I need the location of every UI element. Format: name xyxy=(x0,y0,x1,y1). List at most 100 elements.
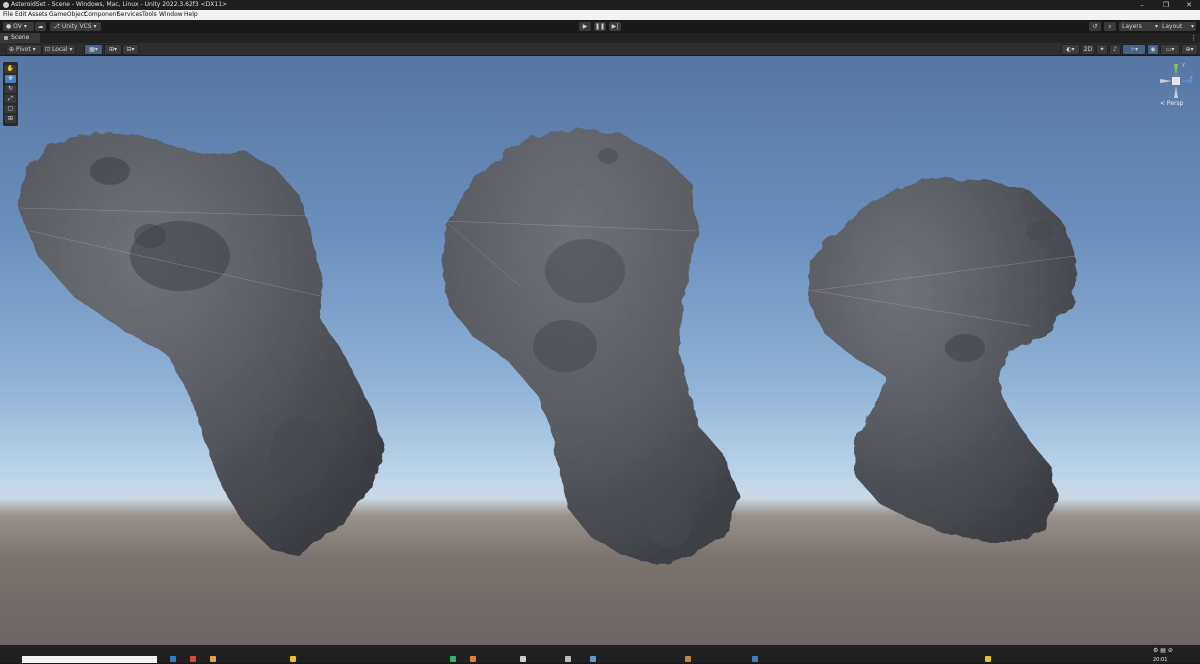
2d-toggle[interactable]: 2D xyxy=(1081,44,1095,55)
app-icon[interactable] xyxy=(470,656,476,662)
local-label: Local xyxy=(51,46,68,53)
crater xyxy=(598,148,618,164)
close-icon[interactable]: ✕ xyxy=(1178,0,1200,10)
pause-icon: ❚❚ xyxy=(594,23,606,30)
main-toolbar: ● OV ▾ ☁ ⎇ Unity VCS ▾ ▶ ❚❚ ▶| ↺ ⌕ Layer… xyxy=(0,20,1200,33)
local-dropdown[interactable]: ⊡ Local ▾ xyxy=(42,44,76,55)
app-icon[interactable] xyxy=(590,656,596,662)
minimize-icon[interactable]: – xyxy=(1131,0,1153,10)
pivot-dropdown[interactable]: ⊕ Pivot ▾ xyxy=(6,44,42,55)
menu-bar: File Edit Assets GameObject Component Se… xyxy=(0,10,1200,20)
2d-label: 2D xyxy=(1083,46,1093,53)
tab-scene[interactable]: Scene xyxy=(0,33,40,43)
chevron-down-icon: ▾ xyxy=(93,23,97,30)
version-control-dropdown[interactable]: ⎇ Unity VCS ▾ xyxy=(50,22,101,31)
app-icon[interactable] xyxy=(450,656,456,662)
search-icon: ⌕ xyxy=(1108,23,1112,30)
app-icon[interactable] xyxy=(190,656,196,662)
chevron-down-icon: ▾ xyxy=(1154,23,1158,30)
effects-dropdown[interactable]: ✧▾ xyxy=(1122,44,1146,55)
perspective-toggle[interactable]: < Persp xyxy=(1160,100,1183,107)
hidden-objects-toggle[interactable]: ◉ xyxy=(1147,44,1159,55)
app-icon[interactable] xyxy=(290,656,296,662)
search-button[interactable]: ⌕ xyxy=(1104,22,1116,31)
rect-tool[interactable]: ▢ xyxy=(5,105,16,113)
rect-icon: ▢ xyxy=(7,105,14,112)
grid-snapping-button[interactable]: ▦▾ xyxy=(84,44,103,55)
step-icon: ▶| xyxy=(611,23,619,30)
menu-file[interactable]: File xyxy=(3,10,13,20)
scale-tool[interactable]: ⤢ xyxy=(5,95,16,103)
unity-taskbar-icon[interactable] xyxy=(752,656,758,662)
gizmo-z-label: z xyxy=(1190,75,1193,81)
layers-label: Layers xyxy=(1122,23,1142,30)
menu-gameobject[interactable]: GameObject xyxy=(49,10,86,20)
crater xyxy=(648,504,692,548)
increment-snap-button[interactable]: ⊞▾ xyxy=(104,44,122,55)
gizmo-y-label: y xyxy=(1182,62,1185,68)
layout-dropdown[interactable]: Layout ▾ xyxy=(1159,22,1196,31)
menu-edit[interactable]: Edit xyxy=(15,10,27,20)
hand-icon: ✋ xyxy=(6,65,15,72)
menu-tools[interactable]: Tools xyxy=(142,10,157,20)
panel-tab-row: Scene ⋮ xyxy=(0,33,1200,43)
step-button[interactable]: ▶| xyxy=(609,22,621,31)
hand-tool[interactable]: ✋ xyxy=(5,65,16,73)
app-icon[interactable] xyxy=(565,656,571,662)
local-icon: ⊡ xyxy=(45,46,51,53)
grid-icon: ▦▾ xyxy=(89,46,98,53)
app-icon[interactable] xyxy=(685,656,691,662)
gizmo-icon: ⊕▾ xyxy=(1185,46,1194,53)
camera-dropdown[interactable]: ▭▾ xyxy=(1160,44,1180,55)
align-button[interactable]: ⊟▾ xyxy=(122,44,139,55)
account-label: OV xyxy=(13,23,22,30)
menu-assets[interactable]: Assets xyxy=(28,10,48,20)
rotate-tool[interactable]: ↻ xyxy=(5,85,16,93)
play-button[interactable]: ▶ xyxy=(579,22,591,31)
app-icon[interactable] xyxy=(985,656,991,662)
speaker-icon: ♪ xyxy=(1113,46,1117,53)
camera-icon: ▭▾ xyxy=(1165,46,1175,53)
transform-tool[interactable]: ⊞ xyxy=(5,115,16,123)
menu-window[interactable]: Window xyxy=(159,10,183,20)
tool-palette: ✋ ✥ ↻ ⤢ ▢ ⊞ xyxy=(3,62,18,126)
menu-help[interactable]: Help xyxy=(184,10,198,20)
app-icon[interactable] xyxy=(170,656,176,662)
audio-toggle[interactable]: ♪ xyxy=(1109,44,1121,55)
chevron-down-icon: ▾ xyxy=(32,46,36,53)
effects-icon: ✧▾ xyxy=(1129,46,1139,53)
eye-icon: ◉ xyxy=(1150,46,1156,53)
draw-mode-dropdown[interactable]: ◐▾ xyxy=(1061,44,1080,55)
account-icon: ● xyxy=(6,23,12,30)
history-button[interactable]: ↺ xyxy=(1089,22,1101,31)
orientation-gizmo[interactable]: y z < Persp xyxy=(1156,62,1196,110)
vcs-label: Unity VCS xyxy=(61,23,92,30)
crater xyxy=(90,157,130,185)
app-icon[interactable] xyxy=(520,656,526,662)
transform-icon: ⊞ xyxy=(7,115,14,122)
cloud-button[interactable]: ☁ xyxy=(35,22,46,31)
move-icon: ✥ xyxy=(7,75,14,82)
more-options-icon[interactable]: ⋮ xyxy=(1190,33,1197,43)
menu-services[interactable]: Services xyxy=(117,10,142,20)
lightbulb-icon: ✦ xyxy=(1099,46,1105,53)
scale-icon: ⤢ xyxy=(8,95,13,102)
app-icon[interactable] xyxy=(210,656,216,662)
scene-viewport[interactable] xyxy=(0,56,1200,645)
lighting-toggle[interactable]: ✦ xyxy=(1096,44,1108,55)
history-icon: ↺ xyxy=(1092,23,1098,30)
asteroid-left[interactable] xyxy=(18,132,385,556)
shading-icon: ◐▾ xyxy=(1066,46,1075,53)
tray-icons[interactable]: ⚙ ▤ ⊘ xyxy=(1153,647,1173,655)
maximize-icon[interactable]: ❐ xyxy=(1155,0,1177,10)
pivot-icon: ⊕ xyxy=(9,46,15,53)
gizmos-dropdown[interactable]: ⊕▾ xyxy=(1181,44,1198,55)
crater xyxy=(545,239,625,303)
menu-component[interactable]: Component xyxy=(84,10,119,20)
chevron-down-icon: ▾ xyxy=(69,46,73,53)
taskbar-search[interactable] xyxy=(22,656,157,663)
pause-button[interactable]: ❚❚ xyxy=(594,22,606,31)
move-tool[interactable]: ✥ xyxy=(5,75,16,83)
layers-dropdown[interactable]: Layers ▾ xyxy=(1119,22,1160,31)
account-dropdown[interactable]: ● OV ▾ xyxy=(3,22,34,31)
